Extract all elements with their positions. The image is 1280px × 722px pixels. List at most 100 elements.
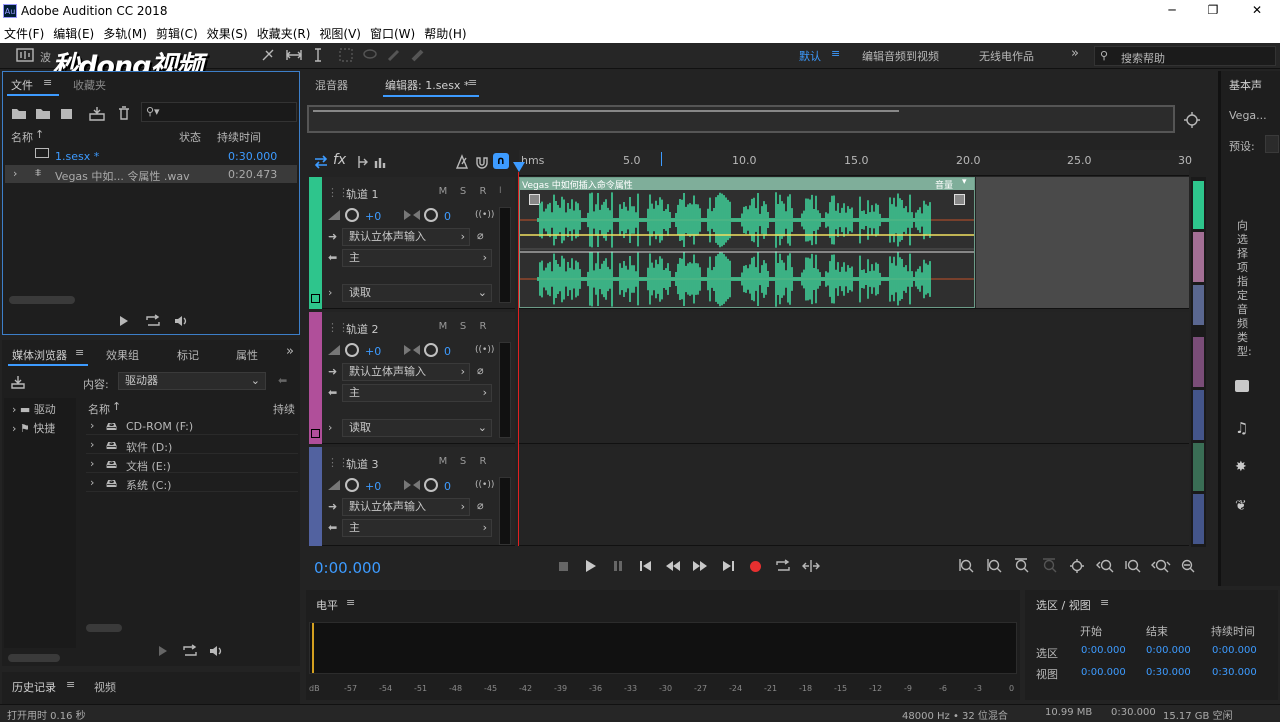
volume-value[interactable]: +0 — [365, 480, 381, 493]
workspace-edit-audio-to-video[interactable]: 编辑音频到视频 — [862, 48, 939, 64]
zoom-out-full-icon[interactable] — [1180, 558, 1196, 574]
media-scrollbar[interactable] — [86, 624, 122, 632]
skip-selection-icon[interactable] — [802, 559, 820, 573]
files-filter-box[interactable]: ⚲▾ — [141, 102, 297, 122]
col-duration[interactable]: 持续时间 — [217, 129, 261, 145]
audio-clip[interactable]: Vegas 中如何插入命令属性 音量 ▾ — [519, 177, 975, 308]
track-name[interactable]: 轨道 3 — [346, 456, 379, 472]
selection-duration[interactable]: 0:00.000 — [1212, 645, 1257, 656]
waveform-view-icon[interactable] — [16, 48, 34, 62]
menu-view[interactable]: 视图(V) — [319, 25, 361, 42]
skip-to-start-icon[interactable] — [639, 560, 653, 572]
workspace-default[interactable]: 默认 — [799, 48, 821, 64]
stereo-icon[interactable]: ((•)) — [475, 210, 494, 220]
track-navigator[interactable] — [1191, 177, 1206, 547]
more-tabs-icon[interactable]: » — [286, 344, 294, 359]
minimize-button[interactable]: ─ — [1162, 3, 1182, 17]
open-file-icon[interactable] — [11, 106, 27, 120]
maximize-button[interactable]: ❐ — [1203, 3, 1223, 17]
automation-mode-dropdown[interactable]: 读取 ⌄ — [342, 284, 492, 302]
music-icon[interactable]: ♫ — [1235, 419, 1248, 437]
menu-clip[interactable]: 剪辑(C) — [156, 25, 198, 42]
tab-markers[interactable]: 标记 — [177, 347, 199, 363]
stereo-icon[interactable]: ((•)) — [475, 345, 494, 355]
brush-tool-icon[interactable] — [386, 47, 402, 63]
mute-button[interactable]: M — [437, 321, 449, 332]
mute-button[interactable]: M — [437, 186, 449, 197]
tab-effects-rack[interactable]: 效果组 — [106, 347, 139, 363]
autoplay-icon[interactable] — [208, 644, 226, 658]
import-media-icon[interactable] — [10, 374, 30, 390]
navigator-range[interactable] — [313, 110, 899, 112]
switch-icon[interactable] — [313, 154, 329, 170]
snap-time-icon[interactable] — [474, 154, 490, 170]
files-panel-menu-icon[interactable]: ≡ — [43, 76, 52, 89]
essential-sound-title[interactable]: 基本声 — [1229, 77, 1262, 93]
zoom-in-middle-icon[interactable] — [1151, 558, 1171, 574]
output-dropdown[interactable]: 主 › — [342, 384, 492, 402]
pan-value[interactable]: 0 — [444, 345, 451, 358]
automation-expand-icon[interactable]: › — [328, 421, 332, 434]
view-duration[interactable]: 0:30.000 — [1212, 667, 1257, 678]
col-duration[interactable]: 持续 — [273, 401, 295, 417]
zoom-out-amplitude-icon[interactable] — [987, 558, 1003, 574]
drive-row[interactable]: › 🖴 软件 (D:) — [86, 436, 298, 454]
files-scrollbar[interactable] — [9, 296, 75, 304]
lasso-tool-icon[interactable] — [362, 47, 378, 63]
drive-row[interactable]: › 🖴 CD-ROM (F:) — [86, 417, 298, 435]
tab-editor[interactable]: 编辑器: 1.sesx * — [385, 77, 469, 93]
tab-history[interactable]: 历史记录 — [12, 679, 56, 695]
slip-tool-icon[interactable] — [286, 47, 302, 63]
razor-tool-icon[interactable] — [260, 47, 276, 63]
track-2-lane[interactable] — [519, 312, 1189, 444]
solo-button[interactable]: S — [457, 186, 469, 197]
menu-effects[interactable]: 效果(S) — [207, 25, 248, 42]
loop-icon[interactable] — [182, 644, 198, 658]
playhead-line[interactable] — [518, 172, 519, 546]
playhead-marker-icon[interactable] — [513, 162, 525, 172]
fast-forward-icon[interactable] — [692, 560, 708, 572]
volume-value[interactable]: +0 — [365, 210, 381, 223]
menu-help[interactable]: 帮助(H) — [424, 25, 466, 42]
waveform-tab-fragment[interactable]: 波 — [40, 49, 51, 65]
fx-icon[interactable]: fx — [333, 152, 346, 168]
solo-button[interactable]: S — [457, 456, 469, 467]
zoom-in-time-icon[interactable] — [1014, 558, 1030, 574]
zoom-in-at-end-icon[interactable] — [1124, 558, 1142, 574]
tab-video[interactable]: 视频 — [94, 679, 116, 695]
dialogue-icon[interactable] — [1235, 380, 1249, 392]
help-search-box[interactable]: ⚲ 搜索帮助 — [1094, 46, 1276, 66]
stereo-icon[interactable]: ((•)) — [475, 480, 494, 490]
record-arm-button[interactable]: R — [477, 321, 489, 332]
track-name[interactable]: 轨道 2 — [346, 321, 379, 337]
track-select-box[interactable] — [311, 429, 320, 438]
track-3-lane[interactable] — [519, 447, 1189, 546]
zoom-to-selection-icon[interactable] — [1183, 111, 1201, 129]
automation-mode-dropdown[interactable]: 读取 ⌄ — [342, 419, 492, 437]
current-time[interactable]: 0:00.000 — [314, 559, 381, 577]
sfx-icon[interactable]: ✸ — [1235, 459, 1247, 475]
zoom-in-at-start-icon[interactable] — [1096, 558, 1114, 574]
selection-start[interactable]: 0:00.000 — [1081, 645, 1126, 656]
pan-knob[interactable] — [424, 343, 438, 357]
workspace-menu-icon[interactable]: ≡ — [831, 47, 840, 60]
more-workspaces-icon[interactable]: » — [1071, 46, 1079, 61]
level-panel-menu-icon[interactable]: ≡ — [346, 596, 355, 609]
input-monitor-icon[interactable]: I — [499, 186, 502, 196]
selection-panel-menu-icon[interactable]: ≡ — [1100, 596, 1109, 609]
automation-expand-icon[interactable]: › — [328, 286, 332, 299]
drive-row[interactable]: › 🖴 文档 (E:) — [86, 455, 298, 473]
editor-panel-menu-icon[interactable]: ≡ — [468, 76, 477, 89]
import-file-icon[interactable] — [35, 106, 51, 120]
view-start[interactable]: 0:00.000 — [1081, 667, 1126, 678]
ambience-icon[interactable]: ❦ — [1235, 498, 1247, 514]
play-icon[interactable] — [119, 315, 129, 327]
content-dropdown[interactable]: 驱动器 ⌄ — [118, 372, 266, 390]
zoom-out-time-icon[interactable] — [1042, 558, 1058, 574]
pan-knob[interactable] — [424, 478, 438, 492]
output-dropdown[interactable]: 主 › — [342, 519, 492, 537]
menu-multitrack[interactable]: 多轨(M) — [103, 25, 147, 42]
history-panel-menu-icon[interactable]: ≡ — [66, 678, 75, 691]
col-name[interactable]: 名称 — [88, 401, 110, 417]
record-arm-button[interactable]: R — [477, 456, 489, 467]
